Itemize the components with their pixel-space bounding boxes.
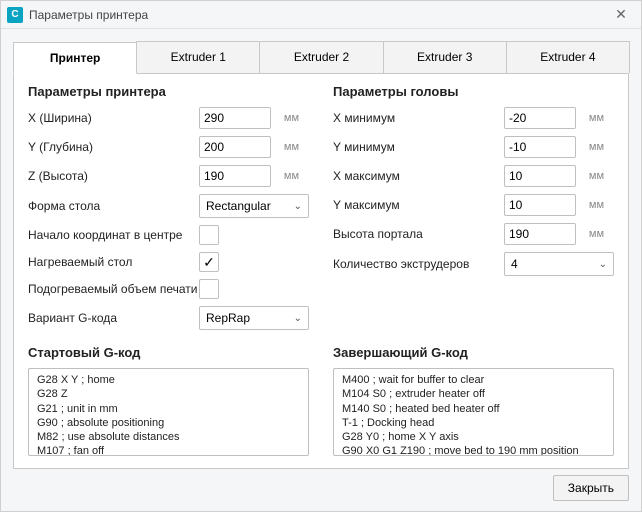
build-plate-shape-label: Форма стола xyxy=(28,199,199,213)
tab-printer[interactable]: Принтер xyxy=(13,42,137,74)
x-min-unit: мм xyxy=(576,112,606,124)
tab-extruder-3[interactable]: Extruder 3 xyxy=(383,41,507,73)
extruder-count-select[interactable]: 4 ⌄ xyxy=(504,252,614,276)
tab-extruder-2[interactable]: Extruder 2 xyxy=(259,41,383,73)
printer-params-title: Параметры принтера xyxy=(28,84,309,99)
start-gcode-title: Стартовый G-код xyxy=(28,345,309,360)
build-plate-shape-value: Rectangular xyxy=(206,199,271,213)
x-width-unit: мм xyxy=(271,112,301,124)
y-min-input[interactable] xyxy=(504,136,576,158)
tab-label: Extruder 1 xyxy=(171,50,226,64)
extruder-count-value: 4 xyxy=(511,257,518,271)
start-gcode-column: Стартовый G-код G28 X Y ; home G28 Z G21… xyxy=(28,345,309,456)
gantry-height-label: Высота портала xyxy=(333,227,504,241)
tabs-container: Принтер Extruder 1 Extruder 2 Extruder 3… xyxy=(13,41,629,469)
heated-bed-label: Нагреваемый стол xyxy=(28,255,199,269)
head-params-title: Параметры головы xyxy=(333,84,614,99)
window-close-button[interactable]: ✕ xyxy=(607,6,635,23)
y-min-unit: мм xyxy=(576,141,606,153)
y-depth-unit: мм xyxy=(271,141,301,153)
x-width-label: X (Ширина) xyxy=(28,111,199,125)
x-min-label: X минимум xyxy=(333,111,504,125)
heated-bed-checkbox[interactable]: ✓ xyxy=(199,252,219,272)
z-height-unit: мм xyxy=(271,170,301,182)
printer-params-column: Параметры принтера X (Ширина) мм Y (Глуб… xyxy=(28,84,309,337)
x-max-input[interactable] xyxy=(504,165,576,187)
x-min-input[interactable] xyxy=(504,107,576,129)
tab-label: Extruder 2 xyxy=(294,50,349,64)
tab-label: Принтер xyxy=(50,51,100,65)
origin-center-checkbox[interactable] xyxy=(199,225,219,245)
tabs: Принтер Extruder 1 Extruder 2 Extruder 3… xyxy=(13,41,629,74)
tab-panel-printer: Параметры принтера X (Ширина) мм Y (Глуб… xyxy=(13,74,629,469)
head-params-column: Параметры головы X минимум мм Y минимум xyxy=(333,84,614,337)
y-max-label: Y максимум xyxy=(333,198,504,212)
z-height-label: Z (Высота) xyxy=(28,169,199,183)
start-gcode-textarea[interactable]: G28 X Y ; home G28 Z G21 ; unit in mm G9… xyxy=(28,368,309,456)
gcode-flavor-select[interactable]: RepRap ⌄ xyxy=(199,306,309,330)
chevron-down-icon: ⌄ xyxy=(294,313,302,324)
extruder-count-label: Количество экструдеров xyxy=(333,257,504,271)
end-gcode-textarea[interactable]: M400 ; wait for buffer to clear M104 S0 … xyxy=(333,368,614,456)
x-max-unit: мм xyxy=(576,170,606,182)
chevron-down-icon: ⌄ xyxy=(294,201,302,212)
end-gcode-title: Завершающий G-код xyxy=(333,345,614,360)
app-logo-icon: C xyxy=(7,7,23,23)
tab-extruder-1[interactable]: Extruder 1 xyxy=(136,41,260,73)
printer-settings-window: C Параметры принтера ✕ Принтер Extruder … xyxy=(0,0,642,512)
gcode-flavor-label: Вариант G-кода xyxy=(28,311,199,325)
tab-label: Extruder 3 xyxy=(417,50,472,64)
end-gcode-column: Завершающий G-код M400 ; wait for buffer… xyxy=(333,345,614,456)
y-min-label: Y минимум xyxy=(333,140,504,154)
z-height-input[interactable] xyxy=(199,165,271,187)
gcode-flavor-value: RepRap xyxy=(206,311,250,325)
content-area: Принтер Extruder 1 Extruder 2 Extruder 3… xyxy=(1,29,641,469)
x-width-input[interactable] xyxy=(199,107,271,129)
chevron-down-icon: ⌄ xyxy=(599,259,607,270)
footer: Закрыть xyxy=(1,469,641,511)
build-plate-shape-select[interactable]: Rectangular ⌄ xyxy=(199,194,309,218)
close-button[interactable]: Закрыть xyxy=(553,475,629,501)
tab-label: Extruder 4 xyxy=(540,50,595,64)
y-max-input[interactable] xyxy=(504,194,576,216)
window-title: Параметры принтера xyxy=(29,8,607,22)
titlebar: C Параметры принтера ✕ xyxy=(1,1,641,29)
x-max-label: X максимум xyxy=(333,169,504,183)
y-depth-label: Y (Глубина) xyxy=(28,140,199,154)
tab-extruder-4[interactable]: Extruder 4 xyxy=(506,41,630,73)
gantry-height-input[interactable] xyxy=(504,223,576,245)
heated-volume-label: Подогреваемый объем печати xyxy=(28,282,199,296)
heated-volume-checkbox[interactable] xyxy=(199,279,219,299)
gantry-height-unit: мм xyxy=(576,228,606,240)
y-depth-input[interactable] xyxy=(199,136,271,158)
y-max-unit: мм xyxy=(576,199,606,211)
origin-center-label: Начало координат в центре xyxy=(28,228,199,242)
